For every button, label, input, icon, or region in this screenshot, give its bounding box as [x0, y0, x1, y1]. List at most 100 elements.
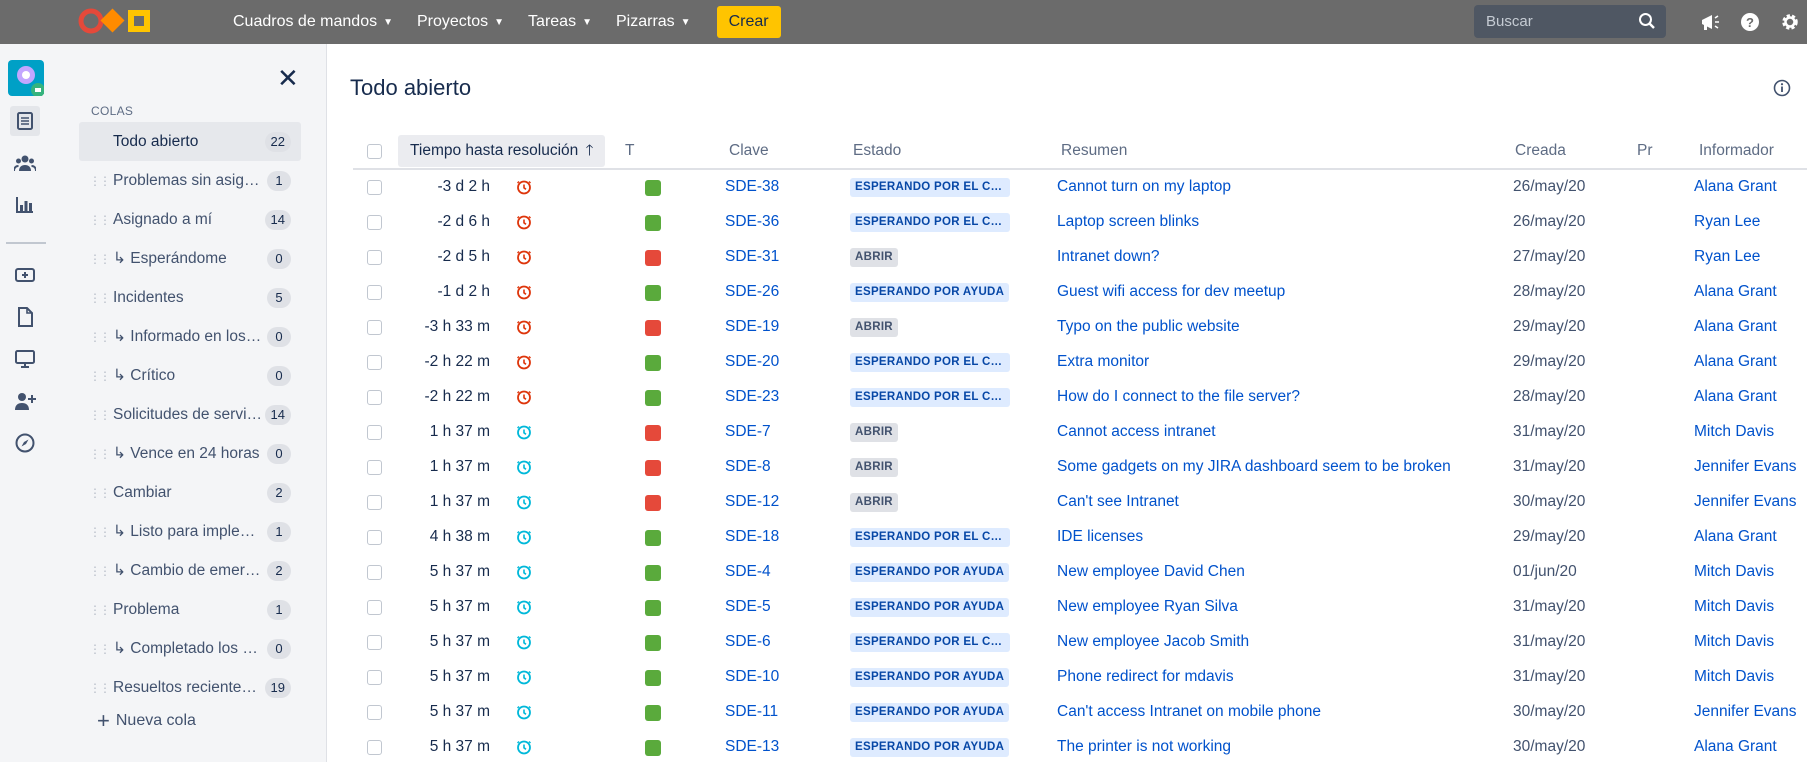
drag-handle-icon[interactable]: ⋮⋮ [89, 682, 111, 694]
issue-key-link[interactable]: SDE-10 [725, 668, 779, 686]
issue-key-link[interactable]: SDE-19 [725, 318, 779, 336]
queue-item[interactable]: ⋮⋮ Cambiar 2 [79, 473, 301, 512]
reporter-link[interactable]: Mitch Davis [1694, 668, 1774, 686]
summary-link[interactable]: New employee David Chen [1057, 563, 1245, 581]
row-checkbox[interactable] [367, 600, 382, 615]
table-row[interactable]: 5 h 37 m SDE-4 ESPERANDO POR AYUDA New empl… [353, 555, 1807, 590]
summary-link[interactable]: Phone redirect for mdavis [1057, 668, 1234, 686]
table-row[interactable]: -1 d 2 h SDE-26 ESPERANDO POR AYUDA Guest w… [353, 275, 1807, 310]
knowledge-base-icon[interactable] [10, 302, 40, 332]
queue-item[interactable]: ⋮⋮ Problema 1 [79, 590, 301, 629]
row-checkbox[interactable] [367, 460, 382, 475]
issue-key-link[interactable]: SDE-26 [725, 283, 779, 301]
issue-key-link[interactable]: SDE-4 [725, 563, 771, 581]
summary-link[interactable]: Laptop screen blinks [1057, 213, 1199, 231]
reporter-link[interactable]: Alana Grant [1694, 318, 1777, 336]
reporter-link[interactable]: Alana Grant [1694, 353, 1777, 371]
column-header-reporter[interactable]: Informador [1699, 142, 1774, 160]
column-header-priority[interactable]: Pr [1637, 142, 1653, 160]
summary-link[interactable]: IDE licenses [1057, 528, 1143, 546]
search-icon[interactable] [1638, 12, 1656, 30]
reporter-link[interactable]: Jennifer Evans [1694, 703, 1797, 721]
queues-icon[interactable] [10, 106, 40, 136]
issue-key-link[interactable]: SDE-5 [725, 598, 771, 616]
issue-key-link[interactable]: SDE-38 [725, 178, 779, 196]
row-checkbox[interactable] [367, 390, 382, 405]
queue-item[interactable]: Todo abierto 22 [79, 122, 301, 161]
column-header-key[interactable]: Clave [729, 142, 769, 160]
row-checkbox[interactable] [367, 355, 382, 370]
queue-item[interactable]: ⋮⋮↳ Completado los últimos0 [79, 629, 301, 668]
row-checkbox[interactable] [367, 425, 382, 440]
row-checkbox[interactable] [367, 565, 382, 580]
queue-item[interactable]: ⋮⋮ Solicitudes de servicio 14 [79, 395, 301, 434]
info-icon[interactable] [1773, 79, 1791, 97]
reports-icon[interactable] [10, 190, 40, 220]
project-avatar[interactable] [8, 60, 45, 97]
table-row[interactable]: 5 h 37 m SDE-5 ESPERANDO POR AYUDA New empl… [353, 590, 1807, 625]
summary-link[interactable]: New employee Jacob Smith [1057, 633, 1249, 651]
drag-handle-icon[interactable]: ⋮⋮ [89, 565, 111, 577]
summary-link[interactable]: Some gadgets on my JIRA dashboard seem t… [1057, 458, 1451, 476]
drag-handle-icon[interactable]: ⋮⋮ [89, 292, 111, 304]
reporter-link[interactable]: Jennifer Evans [1694, 493, 1797, 511]
drag-handle-icon[interactable]: ⋮⋮ [89, 331, 111, 343]
table-row[interactable]: -2 d 5 h SDE-31 ABRIR Intranet down? 27/may/… [353, 240, 1807, 275]
table-row[interactable]: 1 h 37 m SDE-7 ABRIR Cannot access intranet… [353, 415, 1807, 450]
channels-icon[interactable] [10, 344, 40, 374]
queue-item[interactable]: ⋮⋮ ↳ Crítico 0 [79, 356, 301, 395]
drag-handle-icon[interactable]: ⋮⋮ [89, 253, 111, 265]
summary-link[interactable]: Intranet down? [1057, 248, 1160, 266]
drag-handle-icon[interactable]: ⋮⋮ [89, 409, 111, 421]
reporter-link[interactable]: Alana Grant [1694, 738, 1777, 756]
column-header-time-to-resolution[interactable]: Tiempo hasta resolución 🡑 [398, 135, 606, 167]
issue-key-link[interactable]: SDE-20 [725, 353, 779, 371]
summary-link[interactable]: How do I connect to the file server? [1057, 388, 1300, 406]
issue-key-link[interactable]: SDE-8 [725, 458, 771, 476]
drag-handle-icon[interactable]: ⋮⋮ [89, 214, 111, 226]
queue-item[interactable]: ⋮⋮↳ Informado en los últimos0 [79, 317, 301, 356]
invite-team-icon[interactable] [10, 386, 40, 416]
help-icon[interactable]: ? [1730, 12, 1770, 32]
summary-link[interactable]: Cannot access intranet [1057, 423, 1216, 441]
customers-icon[interactable] [10, 148, 40, 178]
issue-key-link[interactable]: SDE-7 [725, 423, 771, 441]
queue-item[interactable]: ⋮⋮Resueltos recientemente19 [79, 668, 301, 707]
summary-link[interactable]: New employee Ryan Silva [1057, 598, 1238, 616]
row-checkbox[interactable] [367, 320, 382, 335]
column-header-status[interactable]: Estado [853, 142, 901, 160]
app-logo[interactable] [78, 6, 154, 36]
drag-handle-icon[interactable]: ⋮⋮ [89, 370, 111, 382]
table-row[interactable]: 4 h 38 m SDE-18 ESPERANDO POR EL CLIENTE ID… [353, 520, 1807, 555]
issue-key-link[interactable]: SDE-6 [725, 633, 771, 651]
table-row[interactable]: -2 h 22 m SDE-23 ESPERANDO POR EL CLIENTE H… [353, 380, 1807, 415]
search-input[interactable] [1486, 13, 1636, 30]
issue-key-link[interactable]: SDE-31 [725, 248, 779, 266]
reporter-link[interactable]: Mitch Davis [1694, 563, 1774, 581]
table-row[interactable]: 5 h 37 m SDE-10 ESPERANDO POR AYUDA Phone r… [353, 660, 1807, 695]
select-all-checkbox[interactable] [367, 144, 382, 159]
summary-link[interactable]: Guest wifi access for dev meetup [1057, 283, 1285, 301]
create-button[interactable]: Crear [716, 6, 781, 38]
reporter-link[interactable]: Ryan Lee [1694, 213, 1760, 231]
new-queue-button[interactable]: + Nueva cola [97, 710, 196, 732]
row-checkbox[interactable] [367, 180, 382, 195]
reporter-link[interactable]: Alana Grant [1694, 528, 1777, 546]
table-row[interactable]: -3 h 33 m SDE-19 ABRIR Typo on the public w… [353, 310, 1807, 345]
table-row[interactable]: 5 h 37 m SDE-13 ESPERANDO POR AYUDA The pri… [353, 730, 1807, 765]
summary-link[interactable]: Cannot turn on my laptop [1057, 178, 1231, 196]
drag-handle-icon[interactable]: ⋮⋮ [89, 643, 111, 655]
summary-link[interactable]: Can't access Intranet on mobile phone [1057, 703, 1321, 721]
queue-item[interactable]: ⋮⋮↳ Cambio de emergencia2 [79, 551, 301, 590]
column-header-created[interactable]: Creada [1515, 142, 1566, 160]
summary-link[interactable]: Typo on the public website [1057, 318, 1240, 336]
row-checkbox[interactable] [367, 285, 382, 300]
table-row[interactable]: 5 h 37 m SDE-6 ESPERANDO POR EL CLIENTE New… [353, 625, 1807, 660]
row-checkbox[interactable] [367, 635, 382, 650]
issue-key-link[interactable]: SDE-18 [725, 528, 779, 546]
reporter-link[interactable]: Alana Grant [1694, 283, 1777, 301]
issue-key-link[interactable]: SDE-36 [725, 213, 779, 231]
reporter-link[interactable]: Alana Grant [1694, 178, 1777, 196]
nav-issues[interactable]: Tareas ▼ [528, 13, 592, 31]
close-icon[interactable]: ✕ [277, 65, 299, 91]
